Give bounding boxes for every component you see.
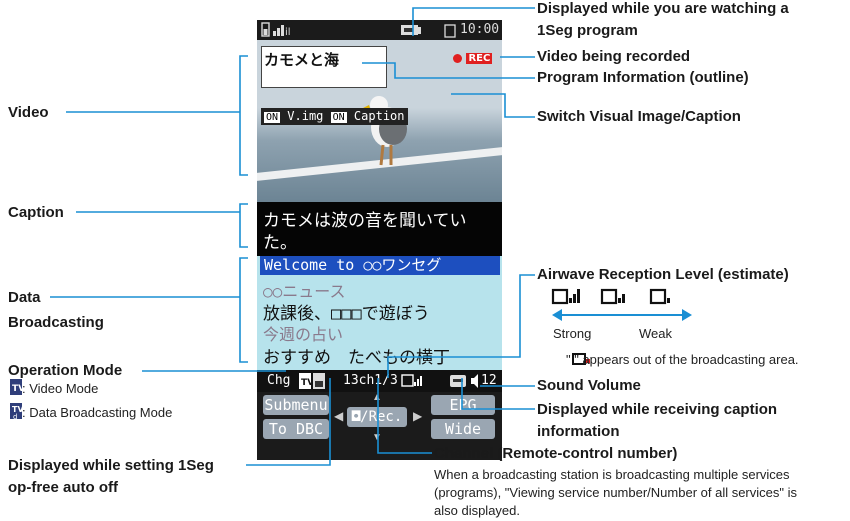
- label-caption: Caption: [8, 204, 64, 221]
- airwave-leader: [387, 274, 535, 378]
- caption-bracket: [239, 203, 248, 248]
- video-bracket: [239, 55, 248, 176]
- label-strong: Strong: [553, 326, 592, 341]
- label-video: Video: [8, 104, 49, 121]
- label-receiving-caption-1: Displayed while receiving caption: [537, 401, 778, 418]
- label-switch: Switch Visual Image/Caption: [537, 108, 741, 125]
- label-watching-2: 1Seg program: [537, 22, 638, 39]
- channel-note-1: When a broadcasting station is broadcast…: [434, 467, 790, 482]
- channel-leader: [377, 378, 432, 454]
- label-op-free-2: op-free auto off: [8, 479, 118, 496]
- reception-weak-icon: [649, 288, 670, 305]
- channel-note-2: (programs), "Viewing service number/Numb…: [434, 485, 797, 500]
- label-watching-1: Displayed while you are watching a: [537, 0, 789, 17]
- channel-note-3: also displayed.: [434, 503, 520, 518]
- label-airwave: Airwave Reception Level (estimate): [537, 266, 789, 283]
- label-data-1: Data: [8, 289, 41, 306]
- watching-leader: [412, 7, 535, 36]
- label-channel: Channel (Remote-control number): [434, 445, 678, 462]
- receiving-caption-leader: [461, 378, 535, 410]
- label-program-info: Program Information (outline): [537, 69, 749, 86]
- label-operation-mode: Operation Mode: [8, 362, 123, 379]
- strong-weak-arrow: [552, 309, 692, 321]
- label-video-mode: : Video Mode: [22, 381, 99, 396]
- label-data-mode: : Data Broadcasting Mode: [22, 405, 173, 420]
- svg-text:d: d: [13, 413, 17, 421]
- label-weak: Weak: [639, 326, 672, 341]
- data-bracket: [239, 257, 248, 363]
- program-info-leader: [362, 62, 535, 79]
- label-op-free-1: Displayed while setting 1Seg: [8, 457, 214, 474]
- op-free-leader: [246, 378, 331, 466]
- label-recorded: Video being recorded: [537, 48, 691, 65]
- reception-strong-icon: [551, 288, 580, 305]
- label-data-2: Broadcasting: [8, 314, 104, 331]
- out-of-area-quote: " " appears out of the broadcasting area…: [566, 352, 799, 367]
- reception-mid-icon: [600, 288, 625, 305]
- switch-leader: [451, 93, 535, 118]
- label-out-of-area: " " appears out of the broadcasting area…: [566, 351, 799, 368]
- label-sound-volume: Sound Volume: [537, 377, 641, 394]
- label-receiving-caption-2: information: [537, 423, 620, 440]
